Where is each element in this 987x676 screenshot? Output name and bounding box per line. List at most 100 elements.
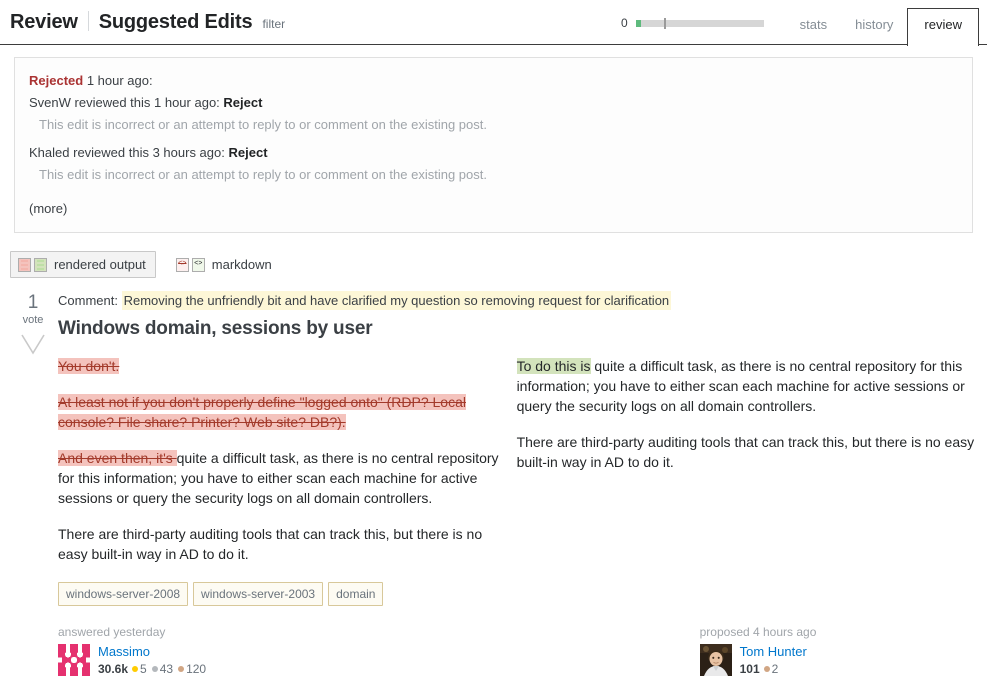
reputation: 101 xyxy=(739,662,760,676)
proposer-stats: 101 2 xyxy=(740,661,807,676)
silver-badge-icon xyxy=(151,666,158,672)
rendered-output-label: rendered output xyxy=(54,257,146,272)
rejection-status-time: 1 hour ago: xyxy=(86,73,153,88)
tag[interactable]: windows-server-2003 xyxy=(193,582,324,606)
bronze-badge-icon xyxy=(178,666,185,672)
bronze-badge-count: 120 xyxy=(186,662,207,676)
post-title: Windows domain, sessions by user xyxy=(58,318,373,339)
rejection-panel: Rejected 1 hour ago: SvenW reviewed this… xyxy=(14,57,973,233)
review-reason: This edit is incorrect or an attempt to … xyxy=(39,117,487,132)
deletion-doc-icon xyxy=(18,257,31,272)
accepted-check-icon xyxy=(20,331,46,357)
post-container: 1 vote Comment: Removing the unfriendly … xyxy=(0,291,987,676)
deleted-text: You don't. xyxy=(58,358,120,374)
review-reason: This edit is incorrect or an attempt to … xyxy=(39,167,487,182)
review-entry: SvenW reviewed this 1 hour ago: Reject xyxy=(29,92,958,114)
tab-stats[interactable]: stats xyxy=(786,0,841,34)
proposer-action: proposed 4 hours ago xyxy=(699,625,817,639)
progress-bar-marker xyxy=(663,17,666,29)
view-toggle-group: rendered output <> <> markdown xyxy=(10,251,987,278)
deleted-text: At least not if you don't properly defin… xyxy=(58,394,466,430)
avatar[interactable] xyxy=(58,644,90,676)
tag-list: windows-server-2008 windows-server-2003 … xyxy=(58,582,975,606)
deletion-code-icon: <> xyxy=(175,257,189,272)
more-link[interactable]: (more) xyxy=(29,201,67,216)
deleted-text: And even then, it's xyxy=(58,450,177,466)
rejection-status-line: Rejected 1 hour ago: xyxy=(29,70,958,92)
reviewer-action: Reject xyxy=(228,145,268,160)
user-cards: answered yesterday Massimo 30.6k 5 43 12… xyxy=(58,624,975,676)
comment-label: Comment: xyxy=(58,293,118,308)
review-progress: 0 xyxy=(621,16,764,30)
proposer-info: Tom Hunter 101 2 xyxy=(740,644,807,676)
gold-badge-icon xyxy=(132,666,139,672)
reviewer-action-prefix: reviewed this 3 hours ago: xyxy=(73,145,225,160)
paragraph: There are third-party auditing tools tha… xyxy=(517,432,975,472)
status-badge: Rejected xyxy=(29,73,84,88)
avatar[interactable] xyxy=(699,644,732,676)
tag[interactable]: windows-server-2008 xyxy=(58,582,189,606)
reviewer-action: Reject xyxy=(223,95,263,110)
comment-text: Removing the unfriendly bit and have cla… xyxy=(121,291,672,310)
paragraph: You don't. xyxy=(58,356,499,376)
bronze-badge: 120 xyxy=(178,661,206,676)
bronze-badge: 2 xyxy=(763,661,779,676)
reviewer-action-prefix: reviewed this 1 hour ago: xyxy=(74,95,220,110)
filter-link[interactable]: filter xyxy=(262,17,285,31)
bronze-badge-count: 2 xyxy=(771,662,779,676)
edit-comment-row: Comment: Removing the unfriendly bit and… xyxy=(58,291,975,310)
author-stats: 30.6k 5 43 120 xyxy=(98,661,211,676)
silver-badge-count: 43 xyxy=(159,662,174,676)
author-card: answered yesterday Massimo 30.6k 5 43 12… xyxy=(58,624,516,676)
bronze-badge-icon xyxy=(763,666,770,672)
vote-cell: 1 vote xyxy=(12,292,54,357)
insertion-doc-icon xyxy=(34,257,47,272)
paragraph-text: There are third-party auditing tools tha… xyxy=(58,526,483,562)
diff-column-proposed: To do this is quite a difficult task, as… xyxy=(516,356,975,580)
tag[interactable]: domain xyxy=(328,582,384,606)
section-title: Suggested Edits xyxy=(98,11,253,33)
title-divider xyxy=(87,11,89,31)
author-action: answered yesterday xyxy=(58,625,166,639)
nav-tabs: stats history review xyxy=(786,0,979,46)
gold-badge-count: 5 xyxy=(140,662,147,676)
post-body: Comment: Removing the unfriendly bit and… xyxy=(58,291,987,676)
silver-badge: 43 xyxy=(151,661,174,676)
markdown-diff-icon: <> <> xyxy=(175,257,205,272)
author-info: Massimo 30.6k 5 43 120 xyxy=(98,644,211,676)
paragraph: At least not if you don't properly defin… xyxy=(58,392,499,432)
reviewer-name[interactable]: SvenW xyxy=(29,95,71,110)
gold-badge: 5 xyxy=(132,661,147,676)
header-left-group: Review Suggested Edits filter xyxy=(10,8,285,34)
paragraph: To do this is quite a difficult task, as… xyxy=(516,356,975,416)
paragraph: There are third-party auditing tools tha… xyxy=(58,524,499,564)
paragraph: And even then, it's quite a difficult ta… xyxy=(58,448,499,508)
tab-history[interactable]: history xyxy=(841,0,907,34)
paragraph-text: There are third-party auditing tools tha… xyxy=(516,434,975,470)
vote-label: vote xyxy=(22,314,44,326)
inserted-text: To do this is xyxy=(516,358,591,374)
author-name[interactable]: Massimo xyxy=(98,644,211,660)
markdown-label: markdown xyxy=(211,257,272,272)
page-header: Review Suggested Edits filter 0 stats hi… xyxy=(0,0,987,46)
review-entry: Khaled reviewed this 3 hours ago: Reject xyxy=(29,142,958,164)
reputation: 30.6k xyxy=(98,662,129,676)
progress-count: 0 xyxy=(620,16,628,30)
rendered-diff-icon xyxy=(18,257,47,272)
proposer-name[interactable]: Tom Hunter xyxy=(740,644,807,660)
page-title: Review xyxy=(10,11,78,33)
vote-count: 1 xyxy=(27,292,39,313)
insertion-code-icon: <> xyxy=(191,257,205,272)
diff-column-original: You don't. At least not if you don't pro… xyxy=(58,356,517,580)
author-main: Massimo 30.6k 5 43 120 xyxy=(58,644,516,676)
rendered-output-button[interactable]: rendered output xyxy=(10,251,156,278)
tab-review[interactable]: review xyxy=(907,8,979,46)
progress-bar-fill xyxy=(635,19,641,27)
progress-bar xyxy=(635,17,764,29)
header-right-group: 0 stats history review xyxy=(621,0,979,46)
proposer-main: Tom Hunter 101 2 xyxy=(699,644,975,676)
markdown-button[interactable]: <> <> markdown xyxy=(164,252,281,277)
proposer-card: proposed 4 hours ago Tom Hunter 101 2 xyxy=(516,624,975,676)
reviewer-name[interactable]: Khaled xyxy=(29,145,69,160)
